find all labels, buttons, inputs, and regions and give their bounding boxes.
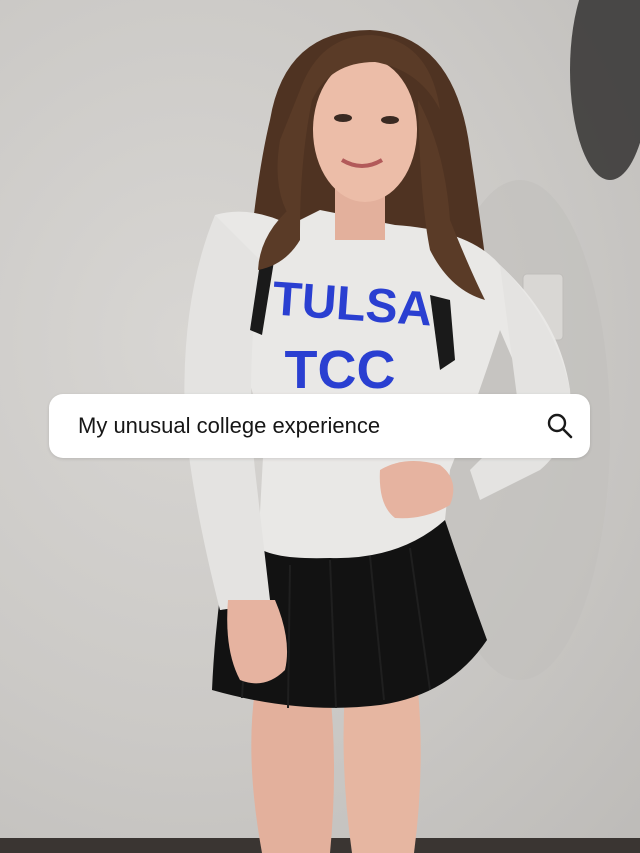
search-bar[interactable]: My unusual college experience [49,394,590,458]
shirt-print-tcc: TCC [285,340,396,400]
search-query-text: My unusual college experience [78,413,381,438]
shirt-print-tulsa: TULSA [271,272,434,336]
search-icon[interactable] [546,412,574,440]
